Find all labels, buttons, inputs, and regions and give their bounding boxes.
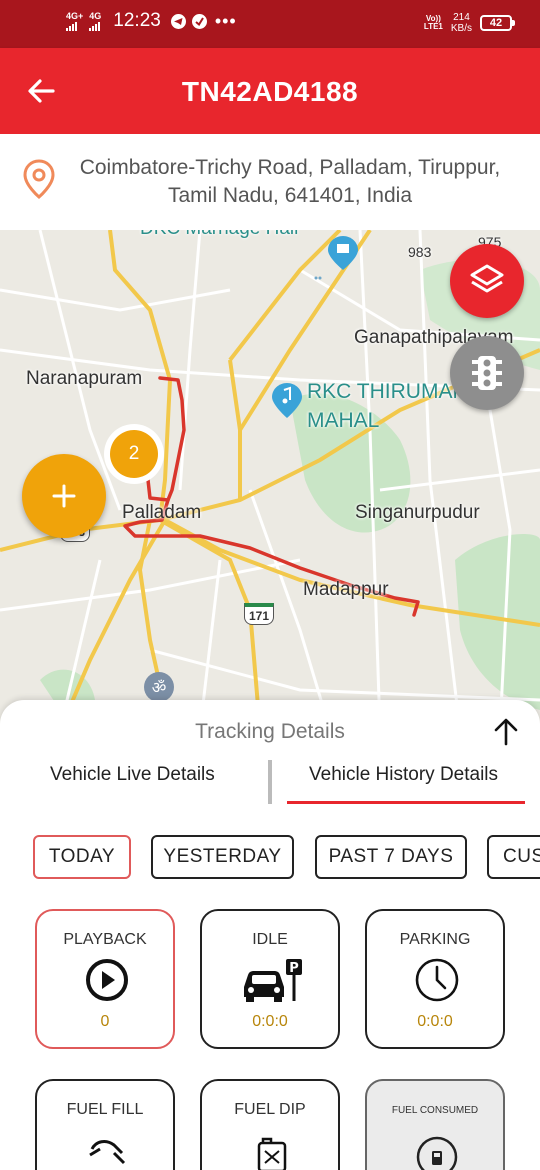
map-layers-button[interactable] <box>450 244 524 318</box>
parking-label: PARKING <box>399 931 471 948</box>
arrow-up-icon[interactable] <box>492 718 520 746</box>
traffic-light-icon <box>472 356 502 390</box>
filter-custom[interactable]: CUSTOM <box>487 835 540 879</box>
tab-vehicle-live-details[interactable]: Vehicle Live Details <box>50 764 215 786</box>
address-bar: Coimbatore-Trichy Road, Palladam, Tirupp… <box>0 134 540 230</box>
telegram-icon <box>170 13 186 29</box>
address-text: Coimbatore-Trichy Road, Palladam, Tirupp… <box>79 156 501 207</box>
battery-level: 42 <box>489 17 503 29</box>
map-dot <box>318 276 322 280</box>
cluster-count: 2 <box>110 430 158 478</box>
temple-marker[interactable] <box>328 236 358 270</box>
map-dot <box>314 276 318 280</box>
car-parking-icon: P <box>244 959 302 1002</box>
map-label-rkc-line2: MAHAL <box>307 409 380 432</box>
signal-sim1: 4G+ <box>66 10 84 31</box>
highway-shield-171: 171 <box>244 603 274 625</box>
active-tab-indicator <box>287 801 525 804</box>
traffic-toggle-button[interactable] <box>450 336 524 410</box>
screen: 4G+ 4G 12:23 ••• Vo)) LTE1 214 KB/s 42 T… <box>0 0 540 1170</box>
map-label-palladam: Palladam <box>122 502 202 523</box>
filter-past-7-days[interactable]: PAST 7 DAYS <box>315 835 467 879</box>
map-label-naranapuram: Naranapuram <box>26 368 143 389</box>
fuel-fill-card[interactable]: FUEL FILL <box>35 1079 175 1170</box>
clock-icon <box>415 958 459 1002</box>
add-button[interactable] <box>22 454 106 538</box>
idle-label: IDLE <box>252 931 288 948</box>
filter-today[interactable]: TODAY <box>33 835 131 879</box>
signal-bars-icon <box>66 21 77 31</box>
map-label-singanurpudur: Singanurpudur <box>355 502 480 523</box>
network-speed: 214 KB/s <box>451 12 472 34</box>
vehicle-number-title: TN42AD4188 <box>181 76 359 107</box>
om-temple-marker[interactable]: ॐ <box>144 672 174 702</box>
filter-yesterday[interactable]: YESTERDAY <box>151 835 294 879</box>
fuel-gauge-icon <box>416 1136 458 1170</box>
map-label-madappur: Madappur <box>303 579 389 600</box>
map-label-rkc-line1: RKC THIRUMAN <box>307 380 468 403</box>
fuel-nozzle-icon <box>89 1140 126 1165</box>
status-bar: 4G+ 4G 12:23 ••• Vo)) LTE1 214 KB/s 42 <box>0 0 540 48</box>
parking-value: 0:0:0 <box>417 1013 453 1030</box>
fuel-dip-label: FUEL DIP <box>234 1101 306 1118</box>
vehicle-cluster-marker[interactable]: 2 <box>104 424 164 484</box>
fuel-fill-label: FUEL FILL <box>66 1101 144 1118</box>
app-bar: TN42AD4188 <box>0 48 540 134</box>
playback-card[interactable]: PLAYBACK 0 <box>35 909 175 1049</box>
fuel-consumed-card[interactable]: FUEL CONSUMED <box>365 1079 505 1170</box>
playback-value: 0 <box>100 1013 110 1030</box>
signal-sim2: 4G <box>89 10 102 31</box>
map-label-road-983: 983 <box>408 244 432 260</box>
status-right: Vo)) LTE1 214 KB/s 42 <box>423 12 515 34</box>
location-pin-icon <box>23 159 55 199</box>
status-left: 4G+ 4G 12:23 ••• <box>66 10 237 32</box>
idle-card[interactable]: IDLE P 0:0:0 <box>200 909 340 1049</box>
fuel-dip-card[interactable]: FUEL DIP <box>200 1079 340 1170</box>
signal-bars-icon <box>89 21 101 31</box>
idle-value: 0:0:0 <box>252 1013 288 1030</box>
sheet-title: Tracking Details <box>195 720 345 743</box>
fuel-consumed-label: FUEL CONSUMED <box>391 1105 479 1116</box>
check-app-icon <box>191 13 207 29</box>
jerrycan-icon <box>257 1137 287 1170</box>
battery-icon: 42 <box>480 15 515 31</box>
play-circle-icon <box>86 959 128 1001</box>
map-label-marriage-hall: DKC Marriage Hall <box>140 230 298 240</box>
map-view[interactable]: ॐ DKC Marriage Hall 983 975 Ganapathipal… <box>0 230 540 730</box>
plus-icon <box>52 484 76 508</box>
sim2-network-label: 4G <box>89 10 102 21</box>
speed-value: 214 <box>453 12 470 23</box>
tab-vehicle-history-details[interactable]: Vehicle History Details <box>309 764 498 786</box>
parking-card[interactable]: PARKING 0:0:0 <box>365 909 505 1049</box>
speed-unit: KB/s <box>450 23 472 34</box>
clock-time: 12:23 <box>113 10 161 31</box>
volte-indicator: Vo)) LTE1 <box>423 14 443 31</box>
playback-label: PLAYBACK <box>63 931 147 948</box>
tracking-details-sheet: Tracking Details Vehicle Live Details Ve… <box>0 700 540 1170</box>
svg-text:ॐ: ॐ <box>152 678 167 697</box>
sim1-network-label: 4G+ <box>66 10 84 21</box>
layers-icon <box>470 264 504 293</box>
more-notifications-icon: ••• <box>214 10 237 31</box>
tab-divider <box>268 760 272 804</box>
svg-text:P: P <box>289 961 299 976</box>
